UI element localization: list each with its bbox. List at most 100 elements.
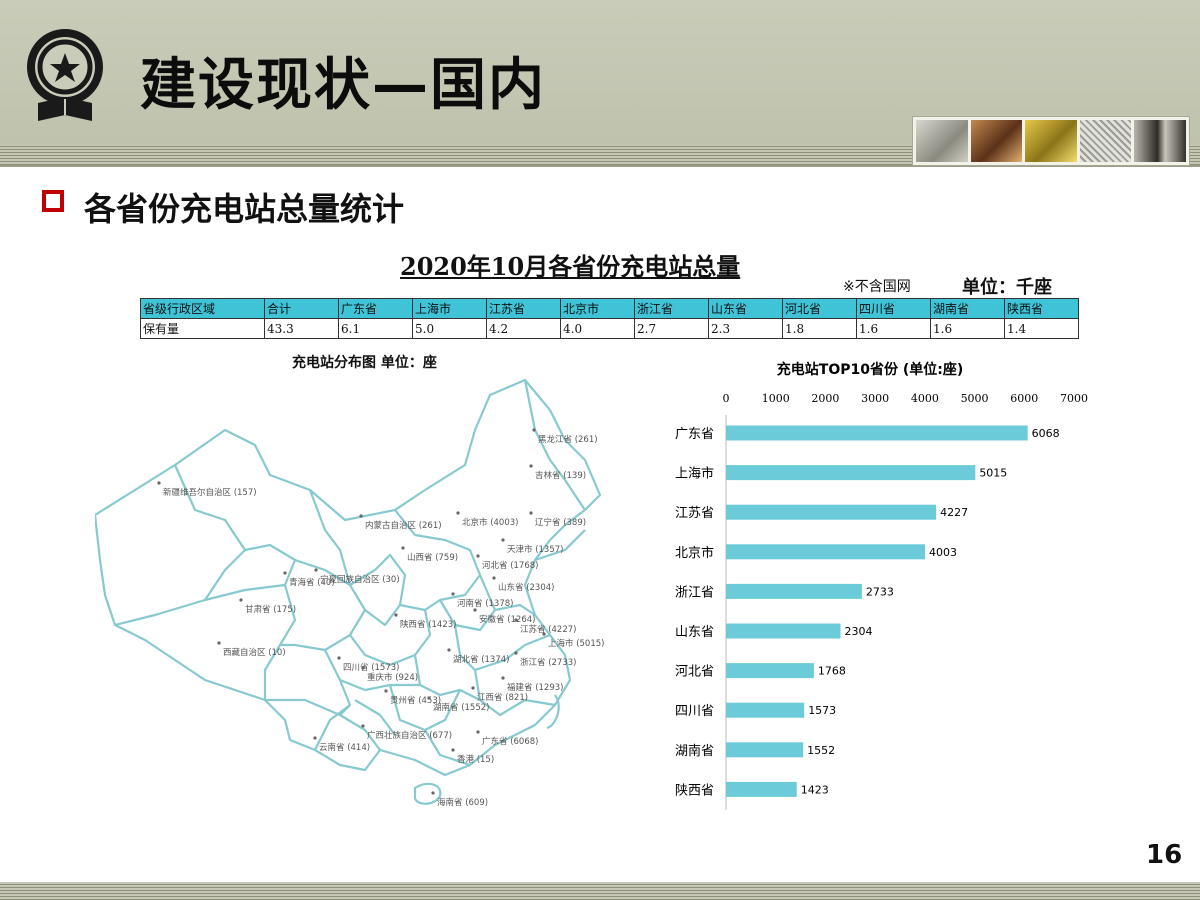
table-header-row: 省级行政区域 合计 广东省 上海市 江苏省 北京市 浙江省 山东省 河北省 四川… <box>140 298 1079 319</box>
photo-thumbnail <box>916 120 968 162</box>
stats-table: 省级行政区域 合计 广东省 上海市 江苏省 北京市 浙江省 山东省 河北省 四川… <box>140 298 1079 339</box>
map-province-label: 四川省 (1573) <box>343 662 399 673</box>
map-marker <box>217 641 221 645</box>
table-header-cell: 河北省 <box>782 298 857 319</box>
table-cell: 2.7 <box>634 318 709 339</box>
category-label: 山东省 <box>675 625 714 640</box>
table-header-cell: 山东省 <box>708 298 783 319</box>
table-header-cell: 合计 <box>264 298 339 319</box>
map-marker <box>451 592 455 596</box>
china-charging-map: 黑龙江省 (261) 吉林省 (139) 辽宁省 (389) 北京市 (4003) 天津… <box>95 378 604 808</box>
emblem-icon <box>27 29 103 121</box>
table-header-cell: 湖南省 <box>930 298 1005 319</box>
map-province-label: 香港 (15) <box>457 754 494 765</box>
map-marker <box>501 538 505 542</box>
table-header-cell: 江苏省 <box>486 298 561 319</box>
x-tick-label: 1000 <box>762 392 790 405</box>
map-marker <box>473 608 477 612</box>
map-province-label: 福建省 (1293) <box>507 682 563 693</box>
map-marker <box>532 428 536 432</box>
map-marker <box>447 648 451 652</box>
map-province-label: 广东省 (6068) <box>482 736 538 747</box>
top10-bar-chart: 充电站TOP10省份 (单位:座) 0 1000 2000 3000 4000 5000 6… <box>675 361 1088 810</box>
map-marker <box>384 689 388 693</box>
map-province-label: 吉林省 (139) <box>535 470 586 481</box>
x-tick-label: 5000 <box>961 392 989 405</box>
map-marker <box>431 791 435 795</box>
map-marker <box>239 598 243 602</box>
category-label: 湖南省 <box>675 743 714 759</box>
chart-title: 充电站TOP10省份 (单位:座) <box>777 361 963 378</box>
table-cell: 保有量 <box>140 318 265 339</box>
map-province-label: 广西壮族自治区 (677) <box>367 730 452 741</box>
map-marker <box>427 696 431 700</box>
table-row: 保有量 43.3 6.1 5.0 4.2 4.0 2.7 2.3 1.8 1.6… <box>140 318 1079 339</box>
table-cell: 4.0 <box>560 318 635 339</box>
map-province-label: 青海省 (40) <box>289 577 335 588</box>
bar-value-label: 4227 <box>940 506 968 519</box>
table-cell: 1.6 <box>930 318 1005 339</box>
table-header-cell: 北京市 <box>560 298 635 319</box>
photo-thumbnail <box>1134 120 1186 162</box>
bar-value-label: 5015 <box>979 467 1007 480</box>
table-cell: 43.3 <box>264 318 339 339</box>
map-marker <box>471 686 475 690</box>
map-province-label: 湖南省 (1552) <box>433 702 489 713</box>
x-tick-label: 3000 <box>861 392 889 405</box>
photo-thumbnail <box>1025 120 1077 162</box>
map-province-label: 重庆市 (924) <box>367 672 418 683</box>
category-label: 北京市 <box>675 545 714 561</box>
map-marker <box>401 546 405 550</box>
map-marker <box>361 724 365 728</box>
map-province-label: 辽宁省 (389) <box>535 517 586 528</box>
map-province-label: 上海市 (5015) <box>548 638 604 649</box>
map-marker <box>451 748 455 752</box>
header-photo-strip <box>912 116 1190 166</box>
map-province-label: 山西省 (759) <box>407 552 458 563</box>
section-heading: 各省份充电站总量统计 <box>84 190 405 228</box>
map-marker <box>337 656 341 660</box>
photo-thumbnail <box>1079 120 1132 162</box>
map-province-label: 河北省 (1768) <box>482 560 538 571</box>
table-header-cell: 陕西省 <box>1004 298 1079 319</box>
category-label: 浙江省 <box>675 585 714 600</box>
bar <box>726 504 937 520</box>
table-header-cell: 四川省 <box>856 298 931 319</box>
page-title: 建设现状—国内 <box>140 53 546 118</box>
map-marker <box>476 554 480 558</box>
bar <box>726 742 804 758</box>
x-tick-label: 6000 <box>1010 392 1038 405</box>
bar-value-label: 1768 <box>818 665 846 678</box>
bar <box>726 702 805 718</box>
map-province-label: 甘肃省 (175) <box>245 604 296 615</box>
map-province-label: 北京市 (4003) <box>462 517 518 528</box>
x-tick-label: 7000 <box>1060 392 1088 405</box>
map-province-label: 江西省 (821) <box>477 692 528 703</box>
map-marker <box>529 464 533 468</box>
map-province-label: 新疆维吾尔自治区 (157) <box>163 487 257 498</box>
bar-value-label: 2733 <box>866 585 894 598</box>
bar <box>726 781 797 797</box>
map-province-label: 内蒙古自治区 (261) <box>365 520 442 531</box>
bar <box>726 663 814 679</box>
map-marker <box>501 676 505 680</box>
map-marker <box>361 666 365 670</box>
table-cell: 6.1 <box>338 318 413 339</box>
bullet-square-icon <box>42 190 64 212</box>
table-header-cell: 浙江省 <box>634 298 709 319</box>
table-cell: 1.6 <box>856 318 931 339</box>
map-marker <box>394 613 398 617</box>
bar-value-label: 4003 <box>929 546 957 559</box>
map-province-label: 西藏自治区 (10) <box>223 647 286 658</box>
table-cell: 2.3 <box>708 318 783 339</box>
map-province-label: 江苏省 (4227) <box>520 624 576 635</box>
x-tick-label: 4000 <box>911 392 939 405</box>
map-title: 充电站分布图 单位：座 <box>292 355 437 371</box>
table-header-cell: 广东省 <box>338 298 413 319</box>
page-number: 16 <box>1146 840 1183 870</box>
table-cell: 5.0 <box>412 318 487 339</box>
map-marker <box>529 511 533 515</box>
map-marker <box>456 511 460 515</box>
category-label: 河北省 <box>675 665 714 680</box>
bar <box>726 544 926 560</box>
